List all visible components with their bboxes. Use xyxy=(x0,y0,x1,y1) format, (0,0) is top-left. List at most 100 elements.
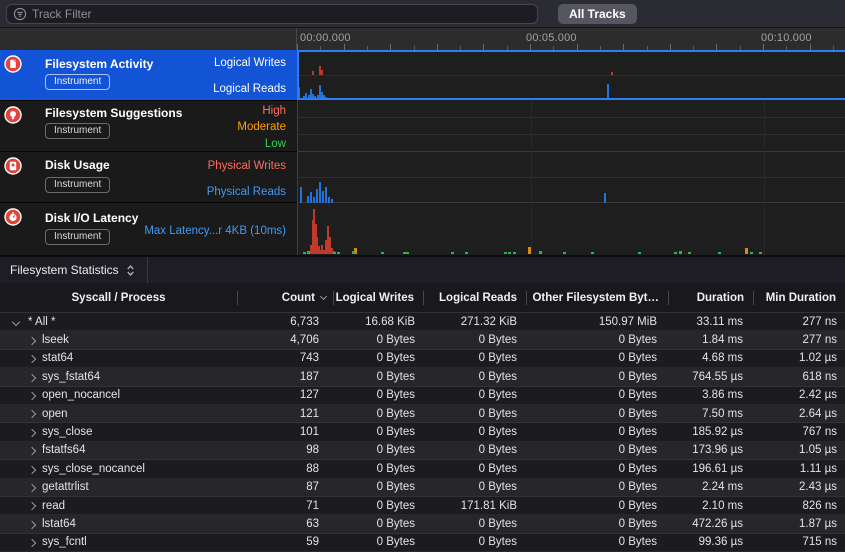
syscall-name-cell: * All * xyxy=(0,313,237,330)
column-header-logical-reads[interactable]: Logical Reads xyxy=(423,283,526,313)
track-filter-input[interactable] xyxy=(32,7,537,21)
cell-lr: 0 Bytes xyxy=(423,350,526,367)
table-row[interactable]: sys_fstat641870 Bytes0 Bytes0 Bytes764.5… xyxy=(0,368,845,386)
cell-dur: 472.26 µs xyxy=(668,515,753,532)
table-row[interactable]: lstat64630 Bytes0 Bytes0 Bytes472.26 µs1… xyxy=(0,515,845,533)
cell-lw: 0 Bytes xyxy=(333,534,423,551)
filesystem-suggestions-icon xyxy=(4,106,22,124)
physical-reads-spike xyxy=(331,199,333,203)
physical-reads-spike xyxy=(322,191,324,203)
all-tracks-button[interactable]: All Tracks xyxy=(558,4,637,24)
column-header-count[interactable]: Count xyxy=(237,283,333,313)
table-row[interactable]: getattrlist870 Bytes0 Bytes0 Bytes2.24 m… xyxy=(0,479,845,497)
expand-chevron-icon[interactable] xyxy=(28,539,36,547)
table-row[interactable]: fstatfs64980 Bytes0 Bytes0 Bytes173.96 µ… xyxy=(0,442,845,460)
column-header-duration[interactable]: Duration xyxy=(668,283,753,313)
io-latency-moderate-spike xyxy=(745,248,748,254)
track-filesystem-suggestions[interactable]: Filesystem Suggestions Instrument High M… xyxy=(0,101,297,151)
syscall-name: sys_close_nocancel xyxy=(42,463,145,475)
track-title: Disk Usage xyxy=(45,158,110,172)
io-latency-low-spike xyxy=(750,252,753,254)
cell-dur: 99.36 µs xyxy=(668,534,753,551)
table-row[interactable]: read710 Bytes171.81 KiB0 Bytes2.10 ms826… xyxy=(0,497,845,515)
cell-count: 88 xyxy=(237,460,333,477)
track-disk-usage[interactable]: Disk Usage Instrument Physical Writes Ph… xyxy=(0,152,297,202)
table-row[interactable]: stat647430 Bytes0 Bytes0 Bytes4.68 ms1.0… xyxy=(0,350,845,368)
lane-label-high[interactable]: High xyxy=(262,105,286,117)
io-latency-low-spike xyxy=(307,251,310,254)
expand-chevron-icon[interactable] xyxy=(28,521,36,529)
table-row[interactable]: * All *6,73316.68 KiB271.32 KiB150.97 Mi… xyxy=(0,313,845,331)
detail-pane-popup-chevrons-icon[interactable] xyxy=(126,264,135,277)
cell-other: 0 Bytes xyxy=(526,331,668,348)
expand-chevron-icon[interactable] xyxy=(28,429,36,437)
expand-chevron-icon[interactable] xyxy=(28,465,36,473)
expand-chevron-icon[interactable] xyxy=(28,392,36,400)
logical-writes-spike xyxy=(611,72,613,75)
timeline-chart-area[interactable] xyxy=(297,50,845,255)
io-latency-low-spike xyxy=(563,252,566,254)
expand-chevron-icon[interactable] xyxy=(28,447,36,455)
io-latency-low-spike xyxy=(674,252,677,254)
syscall-name-cell: lseek xyxy=(0,331,237,348)
cell-count: 59 xyxy=(237,534,333,551)
syscall-name: lseek xyxy=(42,334,69,346)
cell-min: 277 ns xyxy=(753,331,845,348)
track-filesystem-activity[interactable]: Filesystem Activity Instrument Logical W… xyxy=(0,50,297,100)
table-row[interactable]: lseek4,7060 Bytes0 Bytes0 Bytes1.84 ms27… xyxy=(0,331,845,349)
cell-other: 150.97 MiB xyxy=(526,313,668,330)
expand-chevron-icon[interactable] xyxy=(28,337,36,345)
cell-min: 2.64 µs xyxy=(753,405,845,422)
timeline-ruler[interactable]: 00:00.000 00:05.000 00:10.000 xyxy=(0,28,845,50)
lane-label-low[interactable]: Low xyxy=(265,138,286,150)
instruments-window: All Tracks 00:00.000 00:05.000 00:10.000… xyxy=(0,0,845,552)
lane-label-physical-reads[interactable]: Physical Reads xyxy=(207,186,286,198)
expand-chevron-icon[interactable] xyxy=(28,373,36,381)
table-row[interactable]: sys_close1010 Bytes0 Bytes0 Bytes185.92 … xyxy=(0,423,845,441)
expand-chevron-icon[interactable] xyxy=(28,355,36,363)
syscall-name: sys_close xyxy=(42,426,93,438)
table-row[interactable]: sys_fcntl590 Bytes0 Bytes0 Bytes99.36 µs… xyxy=(0,534,845,552)
cell-min: 1.05 µs xyxy=(753,442,845,459)
logical-writes-spike xyxy=(312,71,314,75)
cell-lr: 0 Bytes xyxy=(423,515,526,532)
cell-other: 0 Bytes xyxy=(526,497,668,514)
collapse-chevron-icon[interactable] xyxy=(12,318,20,326)
syscall-name: open xyxy=(42,408,68,420)
cell-lw: 0 Bytes xyxy=(333,423,423,440)
column-header-logical-writes[interactable]: Logical Writes xyxy=(333,283,423,313)
cell-count: 121 xyxy=(237,405,333,422)
lane-label-max-latency[interactable]: Max Latency...r 4KB (10ms) xyxy=(144,225,286,237)
cell-other: 0 Bytes xyxy=(526,534,668,551)
column-header-syscall-process[interactable]: Syscall / Process xyxy=(0,283,237,313)
column-header-min-duration[interactable]: Min Duration xyxy=(753,283,845,313)
cell-other: 0 Bytes xyxy=(526,350,668,367)
syscall-name-cell: read xyxy=(0,497,237,514)
track-filter-field[interactable] xyxy=(6,4,538,24)
syscall-name-cell: stat64 xyxy=(0,350,237,367)
syscall-name: sys_fstat64 xyxy=(42,371,100,383)
lane-label-logical-writes[interactable]: Logical Writes xyxy=(214,57,286,69)
io-latency-low-spike xyxy=(303,252,306,254)
cell-min: 2.42 µs xyxy=(753,387,845,404)
expand-chevron-icon[interactable] xyxy=(28,502,36,510)
syscall-name-cell: sys_fstat64 xyxy=(0,368,237,385)
table-header: Syscall / Process Count Logical Writes L… xyxy=(0,283,845,313)
lane-label-physical-writes[interactable]: Physical Writes xyxy=(208,160,286,172)
cell-count: 98 xyxy=(237,442,333,459)
lane-label-moderate[interactable]: Moderate xyxy=(237,121,286,133)
track-disk-io-latency[interactable]: Disk I/O Latency Instrument Max Latency.… xyxy=(0,203,297,255)
instrument-badge: Instrument xyxy=(45,74,110,90)
expand-chevron-icon[interactable] xyxy=(28,410,36,418)
table-row[interactable]: sys_close_nocancel880 Bytes0 Bytes0 Byte… xyxy=(0,460,845,478)
cell-lw: 0 Bytes xyxy=(333,350,423,367)
cell-lr: 0 Bytes xyxy=(423,479,526,496)
table-row[interactable]: open1210 Bytes0 Bytes0 Bytes7.50 ms2.64 … xyxy=(0,405,845,423)
expand-chevron-icon[interactable] xyxy=(28,484,36,492)
instrument-badge: Instrument xyxy=(45,229,110,245)
cell-min: 826 ns xyxy=(753,497,845,514)
sidebar-chart-divider xyxy=(296,28,297,50)
lane-label-logical-reads[interactable]: Logical Reads xyxy=(213,83,286,95)
column-header-other-filesystem-bytes[interactable]: Other Filesystem Byt… xyxy=(526,283,668,313)
table-row[interactable]: open_nocancel1270 Bytes0 Bytes0 Bytes3.8… xyxy=(0,387,845,405)
